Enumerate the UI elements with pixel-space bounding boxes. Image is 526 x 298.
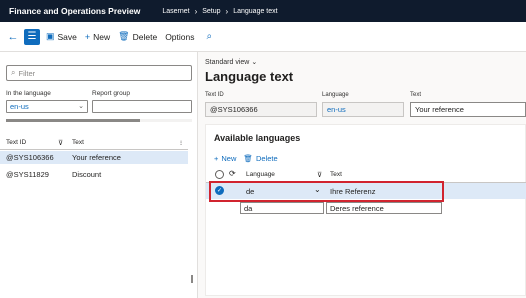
table-row[interactable]: @SYS106366 Your reference <box>0 151 188 164</box>
row-text: Your reference <box>72 153 121 162</box>
view-selector[interactable]: Standard view ⌄ <box>205 58 257 66</box>
breadcrumb-separator-icon: › <box>225 6 229 16</box>
breadcrumb-setup[interactable]: Setup <box>202 8 220 15</box>
save-button[interactable]: ▣ Save <box>46 31 77 42</box>
app-title[interactable]: Finance and Operations Preview <box>9 6 140 16</box>
report-group-input[interactable] <box>92 100 192 113</box>
action-pane: ← ☰ ▣ Save + New 🗑 Delete Options ⌕ <box>0 22 526 52</box>
horizontal-scrollbar[interactable] <box>6 119 192 122</box>
new-button[interactable]: + New <box>85 32 110 42</box>
refresh-icon[interactable]: ⟳ <box>229 169 236 178</box>
grid-header: Text ID ⊽ Text ⁝ <box>0 136 188 150</box>
report-group-label: Report group <box>92 90 130 97</box>
section-toolbar: + New 🗑 Delete <box>214 154 285 163</box>
table-row[interactable]: da Deres reference <box>206 200 526 216</box>
delete-button[interactable]: 🗑 Delete <box>243 154 277 163</box>
in-language-label: In the language <box>6 90 51 97</box>
vertical-scrollbar[interactable] <box>191 275 193 283</box>
view-label: Standard view <box>205 59 250 66</box>
search-icon[interactable]: ⌕ <box>206 31 212 42</box>
column-header-text[interactable]: Text <box>72 139 84 146</box>
new-label: New <box>93 31 111 42</box>
trash-icon: 🗑 <box>118 31 130 41</box>
back-arrow-icon[interactable]: ← <box>6 30 20 44</box>
row-text-id: @SYS106366 <box>6 153 54 162</box>
trash-icon: 🗑 <box>243 154 253 163</box>
text-label: Text <box>410 92 422 98</box>
list-pane: ⌕ Filter In the language Report group en… <box>0 52 198 298</box>
column-header-text[interactable]: Text <box>330 171 342 178</box>
column-resize-handle[interactable]: ⁝ <box>180 139 182 147</box>
page-title: Language text <box>205 69 294 84</box>
top-navigation-bar: Finance and Operations Preview Lasernet … <box>0 0 526 22</box>
delete-label: Delete <box>132 31 158 42</box>
new-button[interactable]: + New <box>214 154 236 163</box>
row-text-id: @SYS11829 <box>6 170 49 179</box>
text-field[interactable]: Your reference <box>410 102 526 117</box>
filter-placeholder: Filter <box>18 68 36 78</box>
highlight-box <box>209 181 444 202</box>
section-title: Available languages <box>214 133 301 143</box>
column-header-language[interactable]: Language <box>246 171 275 178</box>
delete-label: Delete <box>255 154 278 163</box>
save-label: Save <box>57 31 77 42</box>
table-row[interactable]: @SYS11829 Discount <box>0 168 188 181</box>
new-label: New <box>221 154 237 163</box>
in-language-value: en-us <box>10 102 29 111</box>
breadcrumb-separator-icon: › <box>194 6 198 16</box>
plus-icon: + <box>84 31 91 42</box>
plus-icon: + <box>214 154 219 163</box>
chevron-down-icon: ⌄ <box>78 103 84 110</box>
hamburger-menu-icon[interactable]: ☰ <box>24 28 40 45</box>
row-text: Discount <box>72 170 102 179</box>
chevron-down-icon: ⌄ <box>251 59 258 66</box>
language-field[interactable]: en-us <box>322 102 404 117</box>
delete-button[interactable]: 🗑 Delete <box>118 31 157 42</box>
row-text[interactable]: Deres reference <box>326 202 442 214</box>
search-icon: ⌕ <box>11 68 16 77</box>
text-id-field: @SYS106366 <box>205 102 317 117</box>
breadcrumb-lasernet[interactable]: Lasernet <box>162 8 189 15</box>
breadcrumb-language-text: Language text <box>233 7 278 15</box>
options-tab[interactable]: Options <box>165 32 194 42</box>
language-label: Language <box>322 92 349 98</box>
scrollbar-thumb[interactable] <box>6 119 140 122</box>
select-all-radio[interactable] <box>215 170 224 179</box>
filter-funnel-icon[interactable]: ⊽ <box>58 139 63 147</box>
save-icon: ▣ <box>46 31 55 41</box>
in-language-select[interactable]: en-us ⌄ <box>6 100 88 113</box>
text-id-label: Text ID <box>205 92 224 98</box>
filter-input[interactable]: ⌕ Filter <box>6 65 192 81</box>
row-language[interactable]: da <box>240 202 324 214</box>
filter-funnel-icon[interactable]: ⊽ <box>317 171 322 179</box>
detail-form: Standard view ⌄ Language text Text ID La… <box>198 52 526 298</box>
available-languages-section: Available languages + New 🗑 Delete ⟳ Lan… <box>205 124 526 296</box>
column-header-text-id[interactable]: Text ID <box>6 139 26 146</box>
